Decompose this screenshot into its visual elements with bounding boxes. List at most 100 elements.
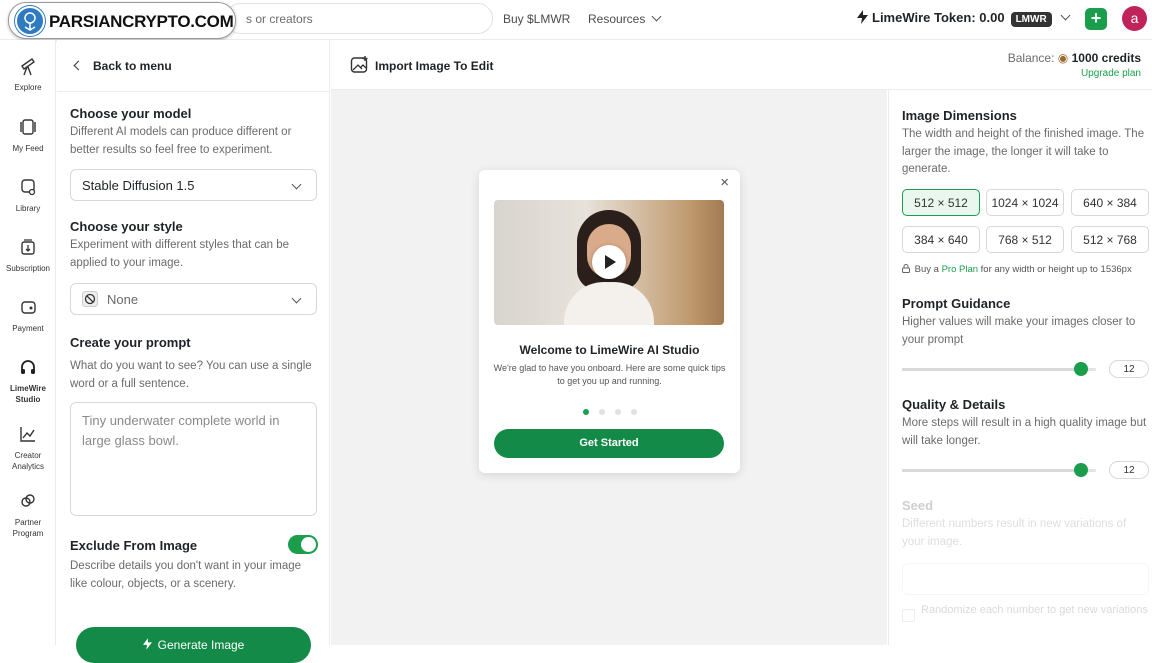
- left-nav: Explore My Feed Library Subscription Pay…: [0, 40, 56, 645]
- nav-item-my-feed[interactable]: My Feed: [0, 117, 56, 154]
- nav-item-payment[interactable]: Payment: [0, 297, 56, 334]
- watermark-logo-icon: [15, 6, 45, 36]
- watermark-badge: PARSIANCRYPTO.COM: [8, 2, 236, 39]
- settings-panel: Back to menu Choose your model Different…: [57, 40, 330, 663]
- pro-suffix: for any width or height up to 1536px: [980, 264, 1132, 275]
- quality-title: Quality & Details: [902, 397, 1006, 412]
- slider-thumb[interactable]: [1074, 463, 1088, 477]
- resources-menu[interactable]: Resources: [588, 11, 662, 26]
- nav-label: Creator Analytics: [11, 451, 44, 471]
- nav-item-explore[interactable]: Explore: [0, 56, 56, 93]
- nav-item-creator-analytics[interactable]: Creator Analytics: [0, 424, 56, 472]
- generate-image-button[interactable]: Generate Image: [76, 627, 311, 663]
- headphones-icon: [21, 360, 35, 374]
- nav-label: My Feed: [12, 144, 44, 153]
- close-icon[interactable]: ×: [720, 174, 729, 191]
- nav-label: LimeWire Studio: [10, 384, 46, 404]
- nav-label: Payment: [12, 324, 44, 333]
- dim-option[interactable]: 512 × 512: [902, 189, 980, 216]
- nav-item-limewire-studio[interactable]: LimeWire Studio: [0, 357, 56, 405]
- upgrade-plan-link[interactable]: Upgrade plan: [1081, 68, 1141, 79]
- nav-item-subscription[interactable]: Subscription: [0, 237, 56, 274]
- dim-option[interactable]: 1024 × 1024: [986, 189, 1064, 216]
- randomize-checkbox[interactable]: [902, 609, 915, 622]
- seed-desc: Different numbers result in new variatio…: [902, 518, 1127, 548]
- avatar[interactable]: a: [1122, 6, 1147, 31]
- dim-option[interactable]: 512 × 768: [1071, 226, 1149, 253]
- slider-fill: [902, 469, 1080, 472]
- modal-title: Welcome to LimeWire AI Studio: [519, 343, 700, 357]
- feed-icon: [20, 119, 36, 135]
- exclude-title: Exclude From Image: [70, 538, 198, 553]
- welcome-video[interactable]: [494, 200, 724, 325]
- analytics-icon: [20, 427, 35, 442]
- lightning-icon: [857, 10, 868, 24]
- quality-slider[interactable]: [902, 463, 1096, 477]
- style-select[interactable]: None: [70, 283, 317, 315]
- welcome-modal: × Welcome to LimeWire AI Studio We're gl…: [479, 170, 740, 473]
- back-to-menu[interactable]: Back to menu: [57, 40, 330, 92]
- quality-value[interactable]: 12: [1109, 461, 1149, 479]
- create-button[interactable]: +: [1085, 8, 1107, 30]
- style-desc: Experiment with different styles that ca…: [70, 239, 290, 269]
- play-icon[interactable]: [592, 245, 626, 279]
- carousel-dot[interactable]: [582, 409, 589, 415]
- chevron-left-icon: [73, 60, 84, 71]
- token-label: LimeWire Token: 0.00: [872, 10, 1005, 25]
- balance-value: 1000 credits: [1071, 51, 1141, 65]
- model-value: Stable Diffusion 1.5: [82, 178, 195, 193]
- seed-title: Seed: [902, 498, 934, 513]
- carousel-dot[interactable]: [614, 409, 621, 415]
- generate-label: Generate Image: [157, 638, 245, 652]
- lightning-icon: [142, 638, 152, 650]
- nav-label: Explore: [14, 83, 42, 92]
- balance: Balance: ◉ 1000 credits: [1008, 51, 1141, 65]
- carousel-dot[interactable]: [598, 409, 605, 415]
- library-icon: [21, 179, 36, 196]
- search-input[interactable]: s or creators: [225, 3, 493, 34]
- chevron-down-icon: [291, 293, 302, 304]
- model-title: Choose your model: [70, 106, 192, 121]
- dim-option[interactable]: 384 × 640: [902, 226, 980, 253]
- model-select[interactable]: Stable Diffusion 1.5: [70, 169, 317, 201]
- token-badge: LMWR: [1010, 12, 1052, 27]
- pro-plan-note: Buy a Pro Plan for any width or height u…: [902, 264, 1132, 275]
- seed-input[interactable]: [902, 563, 1149, 595]
- dim-option[interactable]: 640 × 384: [1071, 189, 1149, 216]
- telescope-icon: [21, 58, 35, 76]
- dim-option[interactable]: 768 × 512: [986, 226, 1064, 253]
- nav-label: Subscription: [5, 264, 51, 273]
- buy-lmwr-link[interactable]: Buy $LMWR: [503, 12, 570, 26]
- prompt-desc: What do you want to see? You can use a s…: [70, 360, 312, 390]
- exclude-toggle[interactable]: [288, 535, 318, 554]
- dims-desc: The width and height of the finished ima…: [902, 128, 1145, 175]
- guidance-desc: Higher values will make your images clos…: [902, 316, 1136, 346]
- nav-item-partner-program[interactable]: Partner Program: [0, 491, 56, 539]
- slider-thumb[interactable]: [1074, 362, 1088, 376]
- slider-fill: [902, 368, 1080, 371]
- pro-plan-link[interactable]: Pro Plan: [942, 264, 978, 275]
- prompt-input[interactable]: Tiny underwater complete world in large …: [70, 402, 317, 516]
- style-value: None: [107, 292, 139, 307]
- carousel-dot[interactable]: [630, 409, 637, 415]
- wallet-icon: [21, 301, 36, 314]
- chevron-down-icon: [1060, 10, 1071, 21]
- back-label: Back to menu: [93, 59, 172, 73]
- guidance-title: Prompt Guidance: [902, 296, 1011, 311]
- chevron-down-icon: [651, 11, 662, 22]
- pro-prefix: Buy a: [914, 264, 939, 275]
- balance-label: Balance:: [1007, 51, 1055, 65]
- quality-desc: More steps will result in a high quality…: [902, 417, 1147, 447]
- get-started-button[interactable]: Get Started: [494, 429, 724, 458]
- right-settings-panel: Image Dimensions The width and height of…: [888, 90, 1152, 645]
- guidance-slider[interactable]: [902, 362, 1096, 376]
- exclude-desc: Describe details you don't want in your …: [70, 560, 302, 590]
- import-label: Import Image To Edit: [375, 59, 494, 73]
- token-balance[interactable]: LimeWire Token: 0.00 LMWR: [857, 10, 1071, 27]
- modal-desc: We're glad to have you onboard. Here are…: [493, 363, 726, 386]
- import-image-button[interactable]: Import Image To Edit: [350, 55, 510, 77]
- nav-label: Library: [15, 204, 41, 213]
- guidance-value[interactable]: 12: [1109, 360, 1149, 378]
- nav-item-library[interactable]: Library: [0, 177, 56, 214]
- dims-title: Image Dimensions: [902, 108, 1017, 123]
